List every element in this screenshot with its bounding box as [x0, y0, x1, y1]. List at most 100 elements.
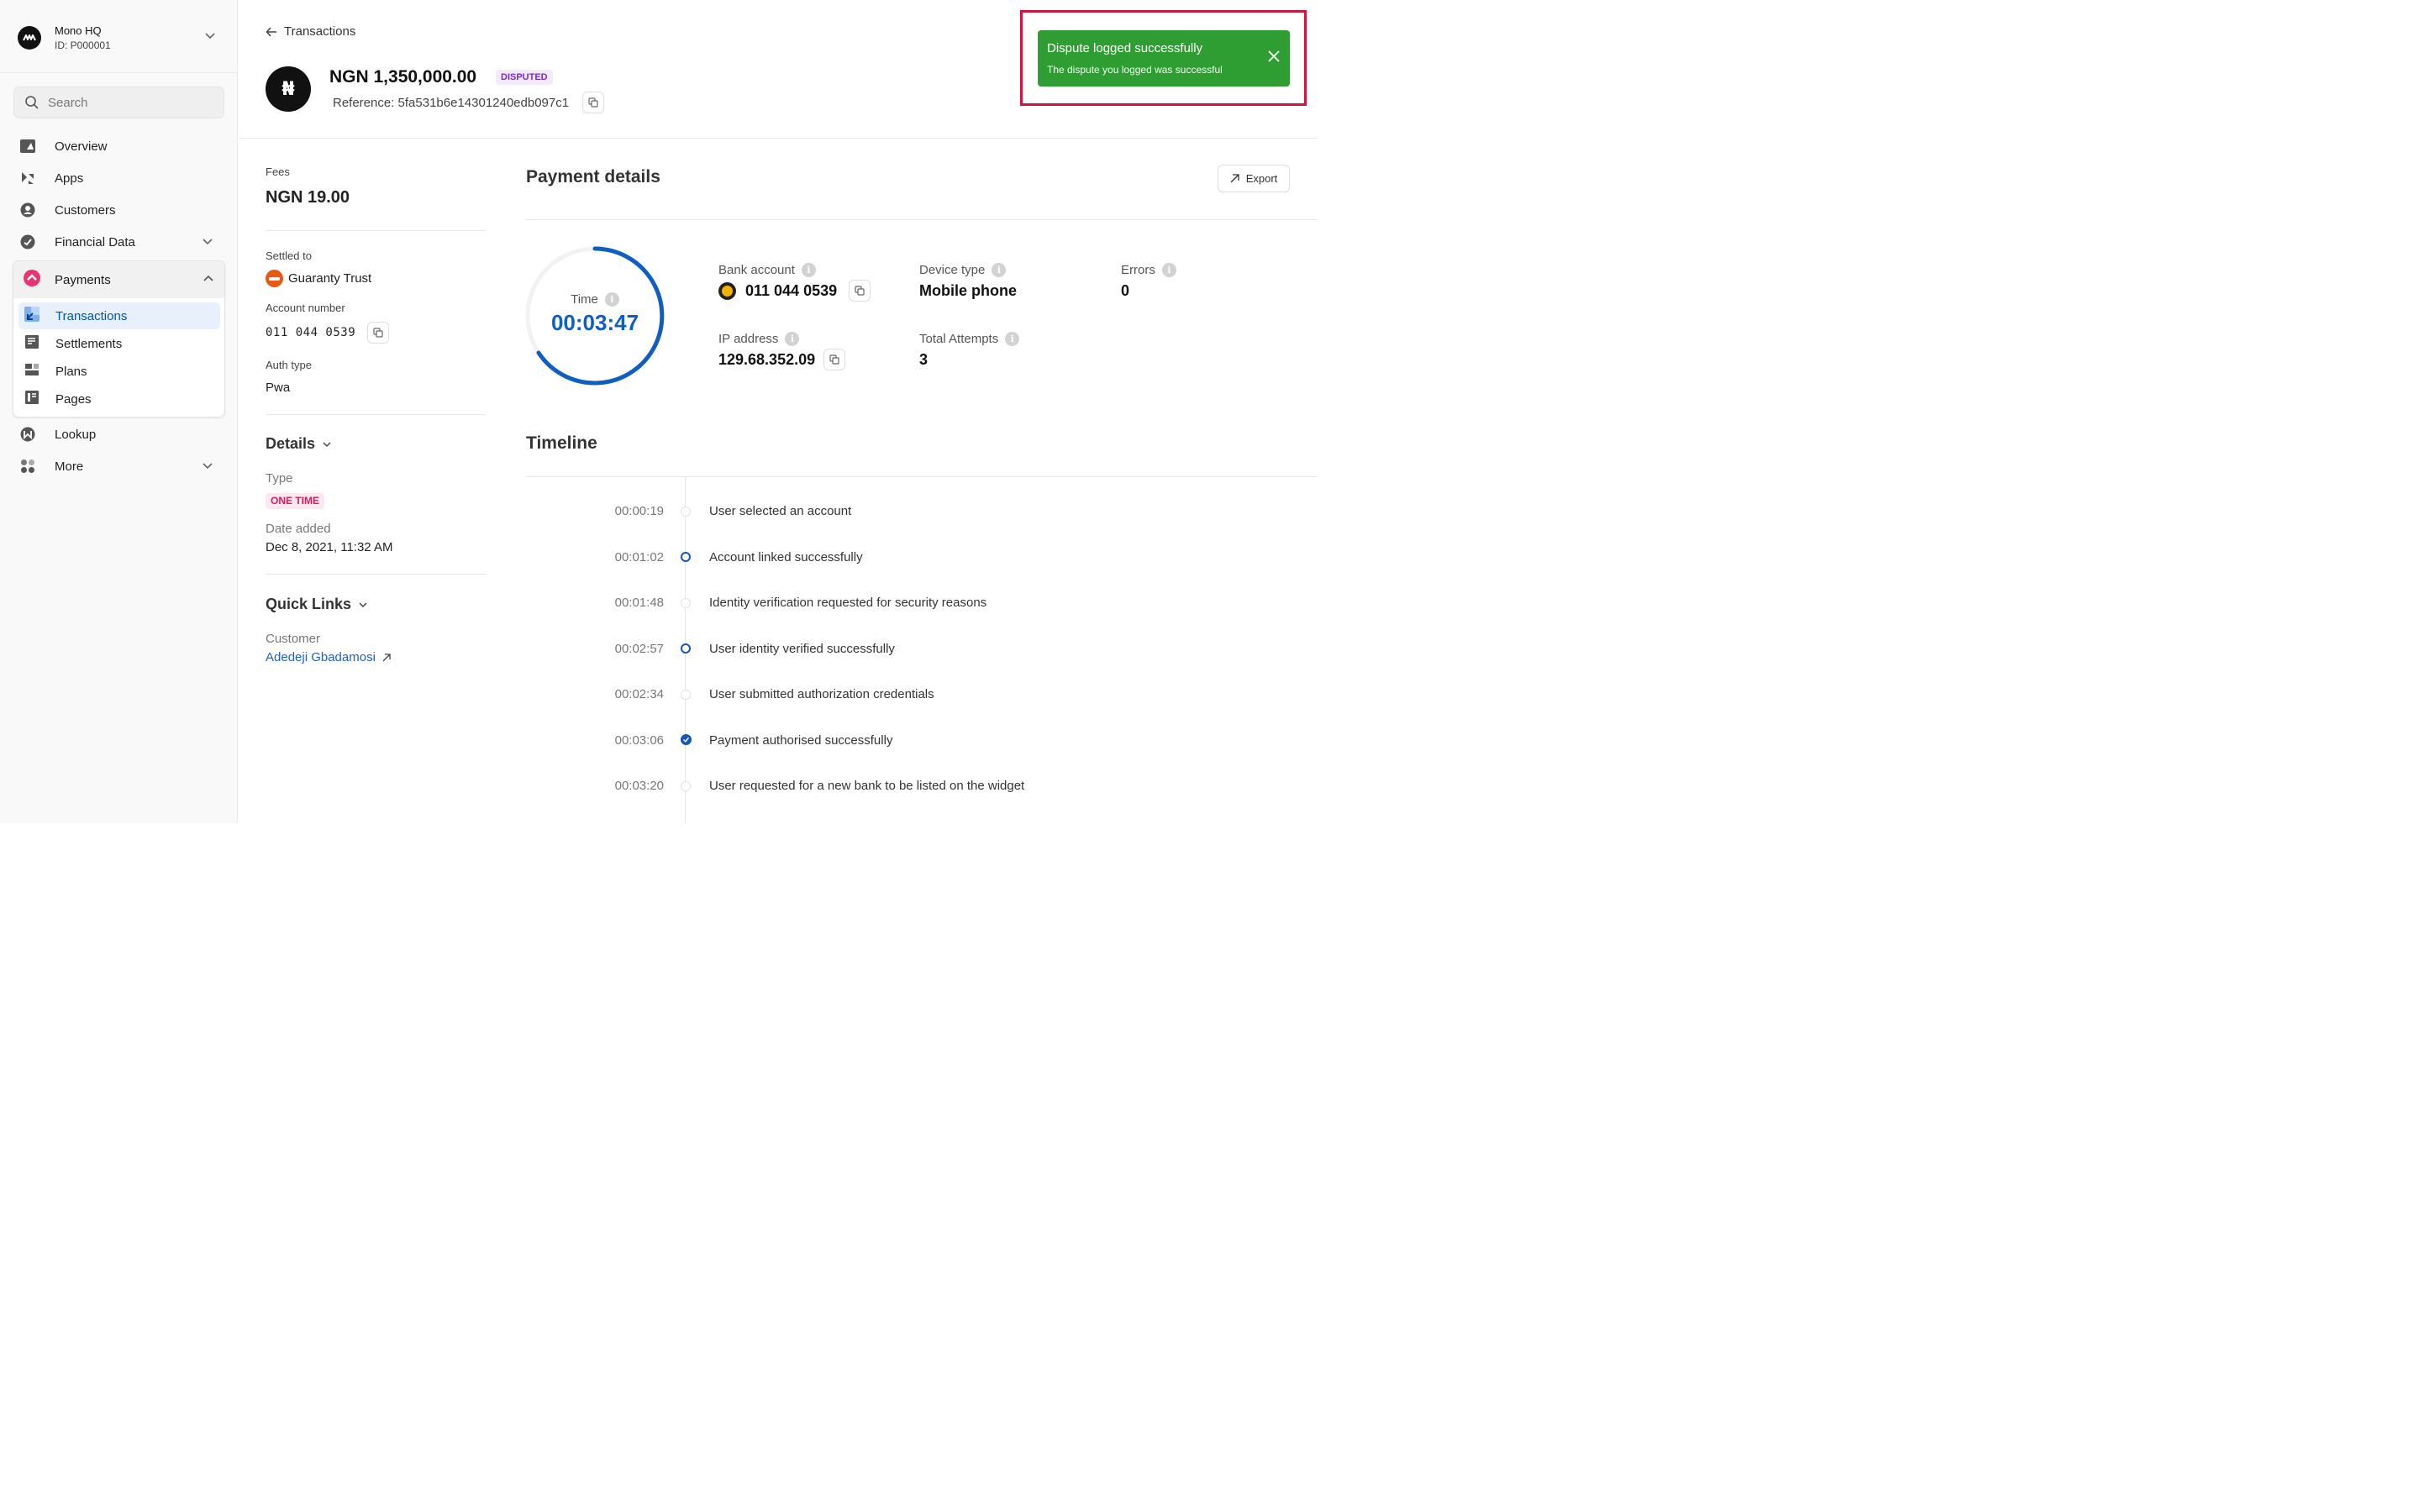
fees-value: NGN 19.00 [266, 188, 350, 207]
fees-label: Fees [266, 165, 290, 178]
ip-address-label: IP address [718, 332, 779, 346]
copy-bank-account-button[interactable] [849, 280, 871, 302]
copy-account-number-button[interactable] [367, 322, 389, 344]
search-input[interactable] [48, 95, 208, 110]
sidebar-item-label: Overview [55, 139, 108, 154]
info-icon[interactable]: i [785, 332, 800, 346]
transaction-reference: Reference: 5fa531b6e14301240edb097c1 [333, 96, 570, 110]
details-toggle[interactable]: Details [266, 435, 332, 453]
sidebar-item-label: Settlements [55, 336, 123, 351]
customer-label: Customer [266, 632, 321, 646]
divider [526, 476, 1318, 477]
timeline-marker [681, 781, 691, 791]
user-icon [18, 201, 37, 219]
status-badge: DISPUTED [496, 70, 553, 85]
timeline-event-time: 00:01:02 [614, 550, 664, 564]
chevron-down-icon [323, 441, 331, 447]
sidebar-item-apps[interactable]: Apps [18, 165, 220, 192]
payments-icon [24, 270, 40, 290]
info-icon[interactable]: i [992, 263, 1007, 277]
chevron-up-icon [203, 275, 213, 281]
pages-icon [24, 390, 39, 408]
sidebar-divider [0, 72, 237, 73]
details-heading: Details [266, 435, 316, 452]
customer-link[interactable]: Adedeji Gbadamosi [266, 650, 391, 664]
copy-icon [588, 97, 598, 108]
sidebar: Mono HQ ID: P000001 Overview Apps Custom… [0, 0, 238, 823]
copy-ip-address-button[interactable] [823, 349, 845, 370]
currency-avatar: ₦ [266, 66, 311, 112]
financial-data-icon [18, 233, 37, 251]
sidebar-item-plans[interactable]: Plans [18, 358, 220, 385]
total-attempts-label-row: Total Attempts i [919, 332, 1020, 346]
quick-links-toggle[interactable]: Quick Links [266, 596, 368, 613]
timeline-event-text: Payment authorised successfully [709, 733, 893, 748]
sidebar-item-label: Lookup [55, 427, 97, 442]
sidebar-item-label: Customers [55, 202, 116, 218]
sidebar-item-label: Transactions [55, 308, 128, 323]
sidebar-item-overview[interactable]: Overview [18, 133, 220, 160]
back-link-label: Transactions [284, 24, 356, 39]
toast-close-button[interactable] [1268, 50, 1280, 66]
sidebar-item-transactions[interactable]: Transactions [18, 302, 220, 329]
chevron-down-icon [203, 239, 213, 245]
divider [266, 574, 486, 575]
sidebar-item-payments[interactable]: Payments [13, 261, 224, 298]
toast-title: Dispute logged successfully [1047, 41, 1203, 55]
timeline-marker [681, 598, 691, 608]
type-label: Type [266, 471, 293, 486]
more-grid-icon [18, 457, 37, 475]
bank-account-value: 011 044 0539 [745, 282, 838, 299]
ip-address-label-row: IP address i [718, 332, 800, 346]
sidebar-item-label: Financial Data [55, 234, 135, 249]
sidebar-item-lookup[interactable]: Lookup [18, 421, 220, 448]
chevron-down-icon [205, 33, 215, 39]
timeline-marker [681, 552, 691, 562]
sidebar-item-customers[interactable]: Customers [18, 197, 220, 223]
bank-account-label: Bank account [718, 263, 795, 277]
bank-logo-icon [718, 282, 736, 300]
payments-group: Payments Transactions Settlements Plans … [13, 260, 225, 417]
timeline-marker [681, 690, 691, 700]
info-icon[interactable]: i [801, 263, 816, 277]
sidebar-item-label: Plans [55, 364, 87, 379]
time-value: 00:03:47 [550, 310, 639, 335]
account-number-value: 011 044 0539 [266, 326, 356, 339]
overview-icon [18, 137, 37, 155]
sidebar-item-more[interactable]: More [18, 453, 220, 480]
export-button[interactable]: Export [1218, 165, 1290, 192]
org-switcher[interactable]: Mono HQ ID: P000001 [18, 23, 219, 53]
date-added-label: Date added [266, 522, 331, 536]
arrow-up-right-icon [1230, 174, 1239, 183]
check-circle-icon [681, 734, 692, 745]
sidebar-item-financial-data[interactable]: Financial Data [18, 228, 220, 255]
timeline-event-text: User submitted authorization credentials [709, 687, 934, 701]
total-attempts-label: Total Attempts [919, 332, 999, 346]
auth-type-label: Auth type [266, 359, 312, 371]
transactions-icon [24, 307, 39, 325]
divider [526, 219, 1318, 220]
search-box[interactable] [13, 87, 224, 118]
chevron-down-icon [203, 463, 213, 470]
timeline-event-time: 00:03:06 [614, 733, 664, 748]
timeline-event-text: User selected an account [709, 504, 852, 518]
back-link[interactable]: Transactions [266, 24, 355, 39]
sidebar-item-pages[interactable]: Pages [18, 386, 220, 412]
device-type-label: Device type [919, 263, 986, 277]
timeline-title: Timeline [526, 433, 597, 453]
header-divider [239, 138, 1318, 139]
copy-reference-button[interactable] [582, 92, 604, 113]
device-type-label-row: Device type i [919, 263, 1007, 277]
sidebar-item-settlements[interactable]: Settlements [18, 330, 220, 357]
export-button-label: Export [1245, 172, 1278, 185]
timeline-event-time: 00:03:20 [614, 779, 664, 793]
info-icon[interactable]: i [604, 292, 619, 307]
external-link-icon [382, 653, 391, 661]
chevron-down-icon [359, 601, 367, 607]
close-icon [1268, 50, 1280, 62]
device-type-value: Mobile phone [919, 282, 1017, 299]
info-icon[interactable]: i [1005, 332, 1020, 346]
toast-message: The dispute you logged was successful [1047, 64, 1223, 76]
info-icon[interactable]: i [1161, 263, 1176, 277]
lookup-icon [18, 425, 37, 444]
